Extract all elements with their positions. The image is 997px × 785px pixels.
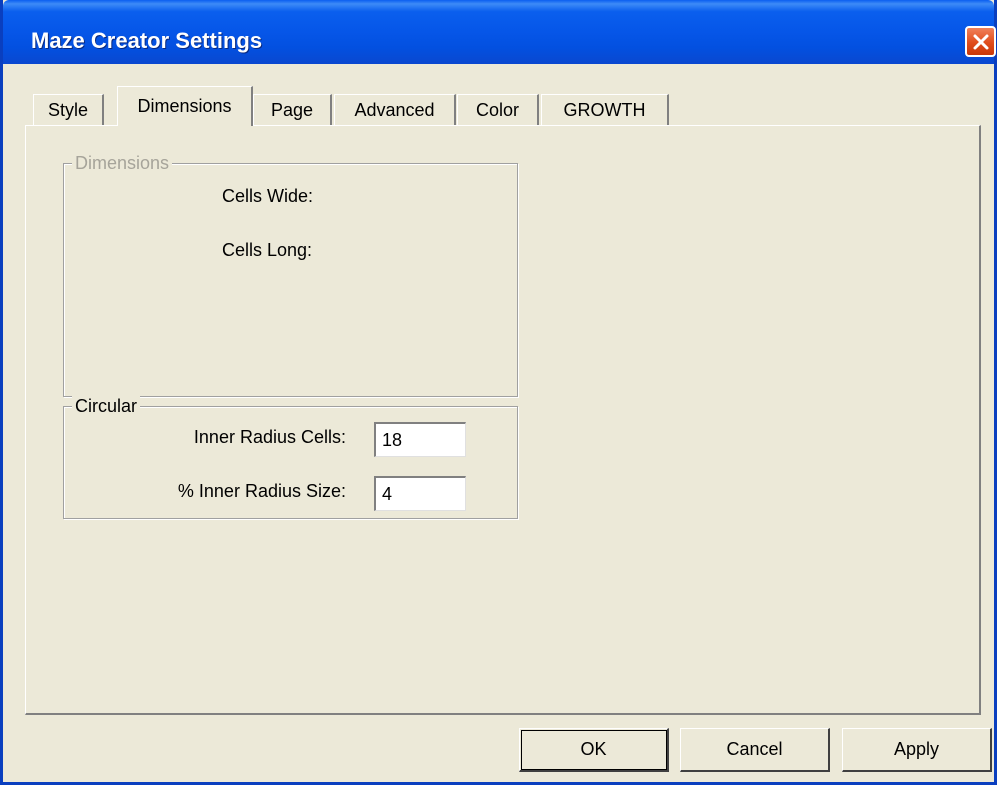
tab-advanced[interactable]: Advanced [334, 94, 456, 126]
close-button[interactable] [965, 26, 996, 57]
window-title: Maze Creator Settings [31, 28, 263, 53]
cells-wide-label: Cells Wide: [222, 186, 314, 206]
tab-color[interactable]: Color [457, 94, 539, 126]
cells-long-label: Cells Long: [222, 240, 313, 260]
tab-growth[interactable]: GROWTH [541, 94, 669, 126]
tab-growth-label: GROWTH [563, 100, 646, 120]
ok-button[interactable]: OK [519, 728, 669, 772]
apply-button[interactable]: Apply [842, 728, 992, 772]
dimensions-group: Dimensions Cells Wide: Cells Long: [63, 152, 518, 397]
circular-group-legend: Circular [72, 395, 141, 417]
cancel-button[interactable]: Cancel [680, 728, 830, 772]
tab-dimensions-label: Dimensions [137, 96, 232, 116]
title-bar[interactable]: Maze Creator Settings [3, 0, 996, 64]
tab-color-label: Color [475, 100, 519, 120]
inner-radius-cells-input[interactable] [374, 422, 466, 457]
tab-style-label: Style [47, 100, 89, 120]
tab-page[interactable]: Page [253, 94, 332, 126]
inner-radius-size-input[interactable] [374, 476, 466, 511]
settings-dialog: Maze Creator Settings Style Dimensions P… [0, 0, 997, 785]
inner-radius-cells-label: Inner Radius Cells: [193, 427, 346, 447]
circular-group: Circular Inner Radius Cells: % Inner Rad… [63, 395, 518, 519]
tab-dimensions[interactable]: Dimensions [117, 86, 253, 126]
tab-advanced-label: Advanced [354, 100, 435, 120]
tab-style[interactable]: Style [33, 94, 104, 126]
tab-panel-dimensions: Dimensions Cells Wide: Cells Long: Circu… [25, 125, 981, 715]
tab-page-label: Page [270, 100, 314, 120]
close-icon [973, 34, 989, 50]
inner-radius-size-label: % Inner Radius Size: [177, 481, 346, 501]
dimensions-group-legend: Dimensions [72, 152, 173, 174]
